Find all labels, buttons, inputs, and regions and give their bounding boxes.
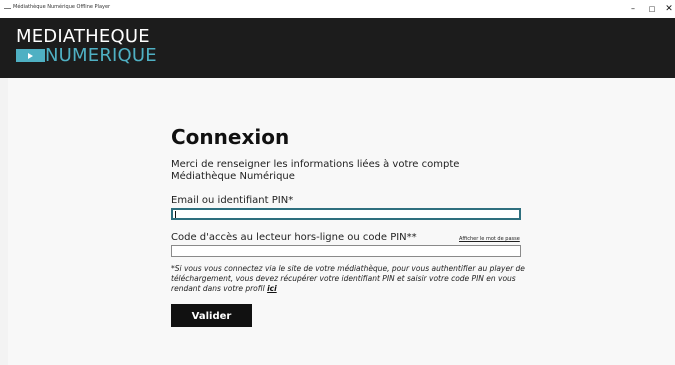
logo-text-numerique: NUMERIQUE [45,45,157,66]
email-field[interactable] [171,208,521,220]
help-note: *Si vous vous connectez via le site de v… [171,264,526,294]
minimize-button[interactable]: – [628,3,638,15]
intro-text: Merci de renseigner les informations lié… [171,159,460,182]
app-header: MEDIATHEQUE NUMERIQUE [0,18,675,78]
show-password-link[interactable]: Afficher le mot de passe [459,236,520,242]
submit-button[interactable]: Valider [171,304,252,327]
close-button[interactable]: ✕ [664,3,674,15]
help-note-text: *Si vous vous connectez via le site de v… [171,264,525,293]
text-caret [175,211,176,218]
window-title: Médiathèque Numérique Offline Player [13,4,111,10]
window-titlebar: Médiathèque Numérique Offline Player – □… [0,0,675,18]
maximize-button[interactable]: □ [647,3,657,15]
play-icon [16,49,45,62]
app-icon [4,8,11,9]
profile-link[interactable]: ici [267,284,277,293]
email-label: Email ou identifiant PIN* [171,195,294,206]
login-panel [8,78,675,365]
page-title: Connexion [171,125,290,149]
code-label: Code d'accès au lecteur hors-ligne ou co… [171,232,417,243]
logo-text-mediatheque: MEDIATHEQUE [16,26,150,47]
code-field[interactable] [171,245,521,257]
